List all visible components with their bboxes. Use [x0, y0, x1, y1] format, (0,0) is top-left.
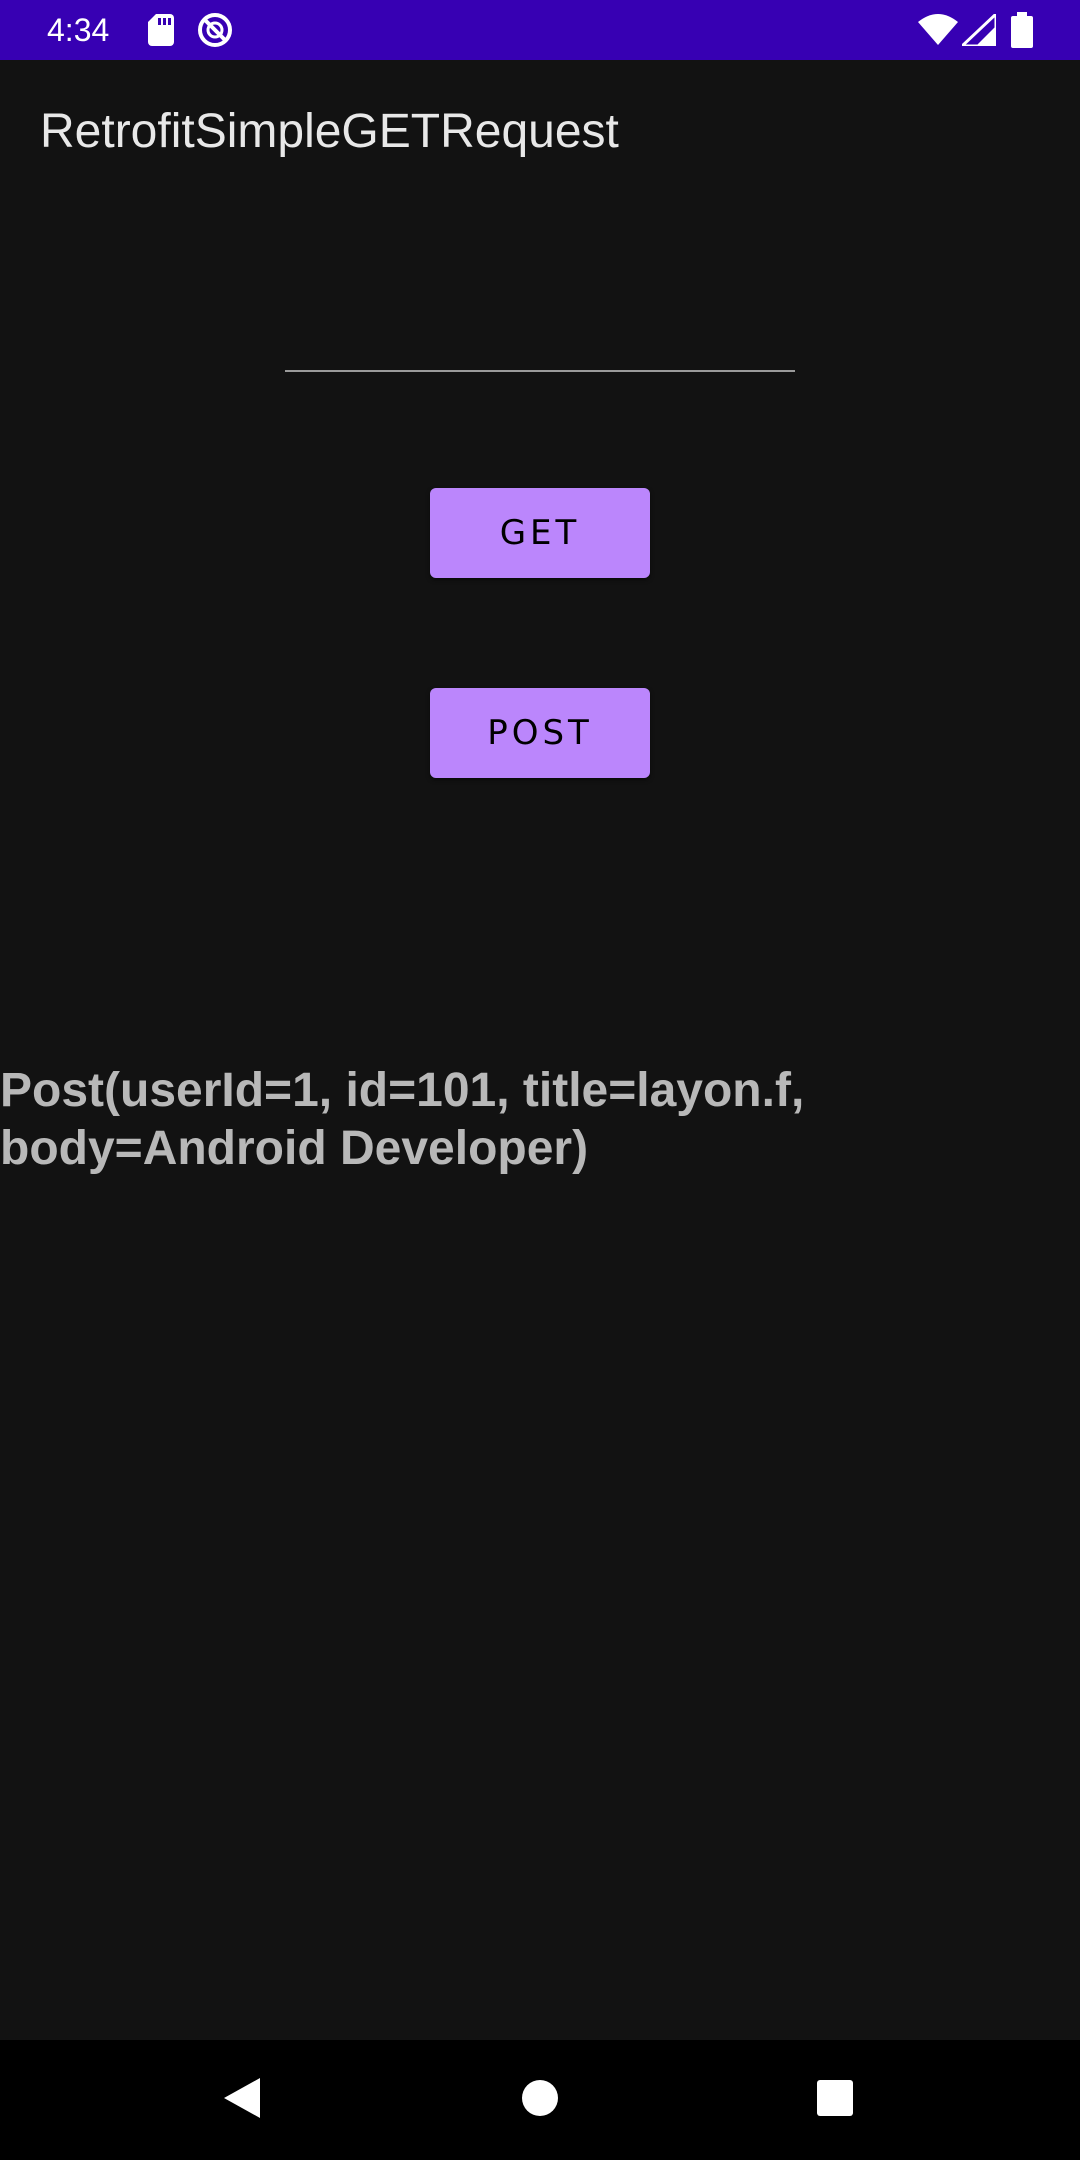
input-container — [285, 300, 795, 372]
home-button[interactable] — [470, 2040, 610, 2160]
recents-button[interactable] — [765, 2040, 905, 2160]
app-title: RetrofitSimpleGETRequest — [40, 105, 619, 158]
recents-icon — [816, 2079, 854, 2122]
text-input[interactable] — [285, 300, 795, 372]
result-text: Post(userId=1, id=101, title=layon.f, bo… — [0, 1064, 805, 1175]
post-button[interactable]: POST — [430, 688, 650, 778]
no-disturb-icon — [197, 12, 233, 53]
back-icon — [222, 2076, 262, 2125]
battery-icon — [1011, 12, 1033, 53]
navigation-bar — [0, 2040, 1080, 2160]
back-button[interactable] — [172, 2040, 312, 2160]
get-button[interactable]: GET — [430, 488, 650, 578]
home-icon — [520, 2078, 560, 2123]
signal-icon — [958, 10, 998, 51]
app-bar: RetrofitSimpleGETRequest — [0, 60, 1080, 204]
status-time: 4:34 — [47, 12, 110, 48]
sd-card-icon — [148, 14, 174, 51]
wifi-icon — [918, 14, 958, 51]
status-bar: 4:34 — [0, 0, 1080, 60]
